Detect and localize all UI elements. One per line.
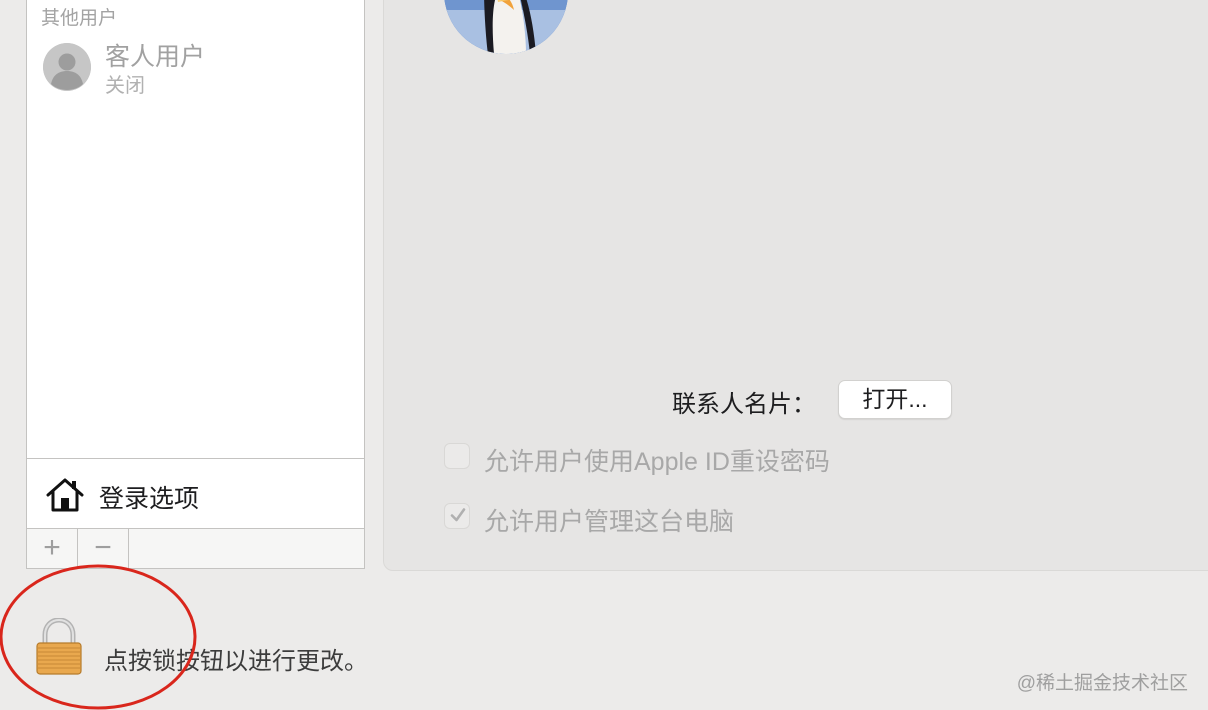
checkmark-icon bbox=[450, 508, 466, 522]
user-details-panel bbox=[383, 0, 1208, 571]
watermark: @稀土掘金技术社区 bbox=[1016, 673, 1188, 694]
user-list: 其他用户 客人用户 关闭 bbox=[26, 0, 365, 459]
house-icon bbox=[46, 478, 84, 512]
apple-id-reset-checkbox[interactable] bbox=[444, 443, 470, 469]
users-groups-window: 其他用户 客人用户 关闭 登录选项 + − 联系人名片： 打开... 允许用户使… bbox=[0, 0, 1208, 710]
user-row-guest[interactable]: 客人用户 关闭 bbox=[43, 37, 343, 97]
admin-label: 允许用户管理这台电脑 bbox=[484, 508, 735, 536]
login-options-label: 登录选项 bbox=[99, 485, 200, 513]
open-contact-card-button[interactable]: 打开... bbox=[838, 380, 952, 419]
red-annotation-circle bbox=[0, 564, 197, 710]
admin-checkbox[interactable] bbox=[444, 503, 470, 529]
guest-user-name: 客人用户 bbox=[105, 43, 206, 71]
section-header-other-users: 其他用户 bbox=[41, 8, 118, 29]
guest-user-status: 关闭 bbox=[105, 75, 145, 97]
contact-card-label: 联系人名片： bbox=[672, 391, 816, 418]
login-options-item[interactable]: 登录选项 bbox=[26, 458, 365, 529]
guest-avatar-icon bbox=[43, 43, 91, 91]
apple-id-reset-label: 允许用户使用Apple ID重设密码 bbox=[484, 448, 830, 476]
